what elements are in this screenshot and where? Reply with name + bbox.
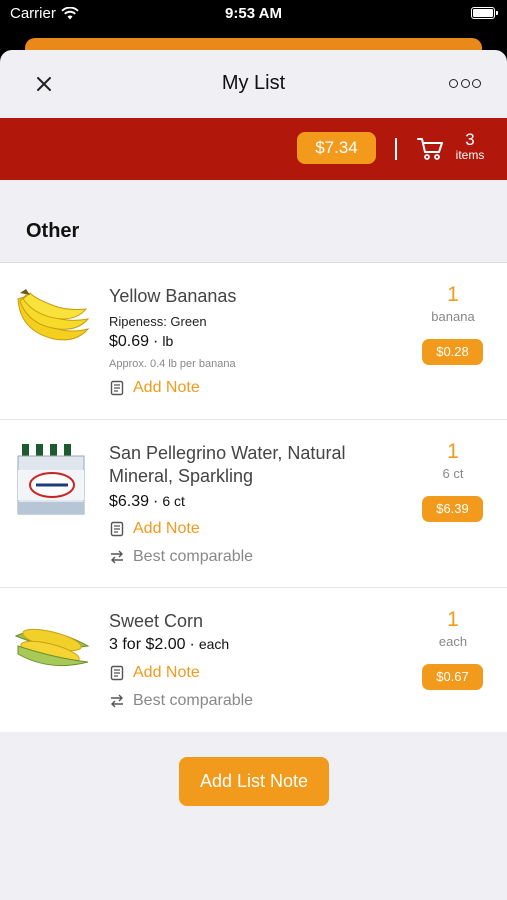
best-comparable-label: Best comparable [133, 548, 254, 565]
my-list-sheet: My List $7.34 3 items Other Yellow Banan… [0, 50, 507, 900]
item-ripeness: Ripeness: Green [109, 314, 207, 329]
item-name: Yellow Bananas [109, 286, 237, 306]
item-line-price: $6.39 [422, 496, 483, 522]
more-dot-icon [472, 78, 481, 88]
item-line-price: $0.67 [422, 664, 483, 690]
quantity-value: 1 [447, 440, 459, 463]
close-button[interactable] [30, 70, 58, 98]
item-price: 3 for $2.00 [109, 636, 186, 653]
item-list: Yellow Bananas Ripeness: Green $0.69 · lb … [0, 262, 507, 732]
list-item[interactable]: San Pellegrino Water, Natural Mineral, S… [0, 420, 507, 588]
item-approx-weight: Approx. 0.4 lb per banana [109, 358, 236, 370]
nav-bar: My List [0, 50, 507, 118]
list-item[interactable]: Sweet Corn 3 for $2.00 · each Add Note Bes… [0, 588, 507, 732]
item-price-line: $6.39 · 6 ct [109, 493, 185, 510]
section-title: Other [26, 220, 80, 242]
item-line-price: $0.28 [422, 339, 483, 365]
item-price-unit: lb [162, 333, 174, 349]
cart-icon[interactable] [417, 136, 445, 162]
add-note-label: Add Note [133, 379, 200, 396]
add-note-label: Add Note [133, 664, 200, 681]
item-price-unit: each [198, 636, 230, 652]
cart-divider [395, 138, 397, 160]
status-bar: Carrier 9:53 AM [0, 0, 507, 30]
more-dot-icon [460, 78, 470, 88]
swap-icon [111, 694, 123, 708]
water-bottles-image [17, 444, 85, 515]
cart-total-badge[interactable]: $7.34 [297, 132, 376, 164]
battery-icon [471, 7, 498, 19]
item-quantity[interactable]: 1 banana [412, 283, 494, 324]
corn-image [14, 628, 90, 667]
item-price-line: $0.69 · lb [109, 333, 174, 350]
item-price-unit: 6 ct [162, 493, 185, 509]
item-quantity[interactable]: 1 6 ct [412, 440, 494, 481]
item-price-line: 3 for $2.00 · each [109, 636, 230, 653]
item-name: Sweet Corn [109, 611, 204, 631]
add-note-link[interactable]: Add Note [109, 379, 200, 397]
item-price: $6.39 [109, 493, 150, 510]
quantity-value: 1 [447, 283, 459, 306]
list-item[interactable]: Yellow Bananas Ripeness: Green $0.69 · lb … [0, 263, 507, 420]
add-list-note-button[interactable]: Add List Note [179, 757, 329, 806]
quantity-unit: 6 ct [442, 466, 464, 481]
item-price: $0.69 [109, 333, 150, 350]
best-comparable-link[interactable]: Best comparable [109, 548, 253, 566]
best-comparable-label: Best comparable [133, 692, 254, 709]
more-options-button[interactable] [449, 74, 481, 92]
cart-summary-bar: $7.34 3 items [0, 118, 507, 180]
add-note-label: Add Note [133, 520, 200, 537]
quantity-unit: banana [431, 309, 475, 324]
quantity-unit: each [438, 634, 468, 649]
more-dot-icon [449, 78, 458, 88]
best-comparable-link[interactable]: Best comparable [109, 692, 253, 710]
cart-count-label: items [455, 148, 485, 162]
add-note-link[interactable]: Add Note [109, 664, 200, 682]
note-icon [110, 521, 124, 537]
cart-count-number: 3 [465, 130, 475, 149]
page-title: My List [221, 72, 286, 94]
cart-item-count[interactable]: 3 items [452, 131, 488, 162]
status-time: 9:53 AM [225, 5, 282, 22]
banana-image [17, 289, 90, 341]
item-quantity[interactable]: 1 each [412, 608, 494, 649]
close-icon [37, 77, 51, 91]
note-icon [110, 665, 124, 681]
item-name: San Pellegrino Water, Natural Mineral, S… [109, 443, 346, 486]
note-icon [110, 380, 124, 396]
add-note-link[interactable]: Add Note [109, 520, 200, 538]
quantity-value: 1 [447, 608, 459, 631]
swap-icon [111, 550, 123, 564]
